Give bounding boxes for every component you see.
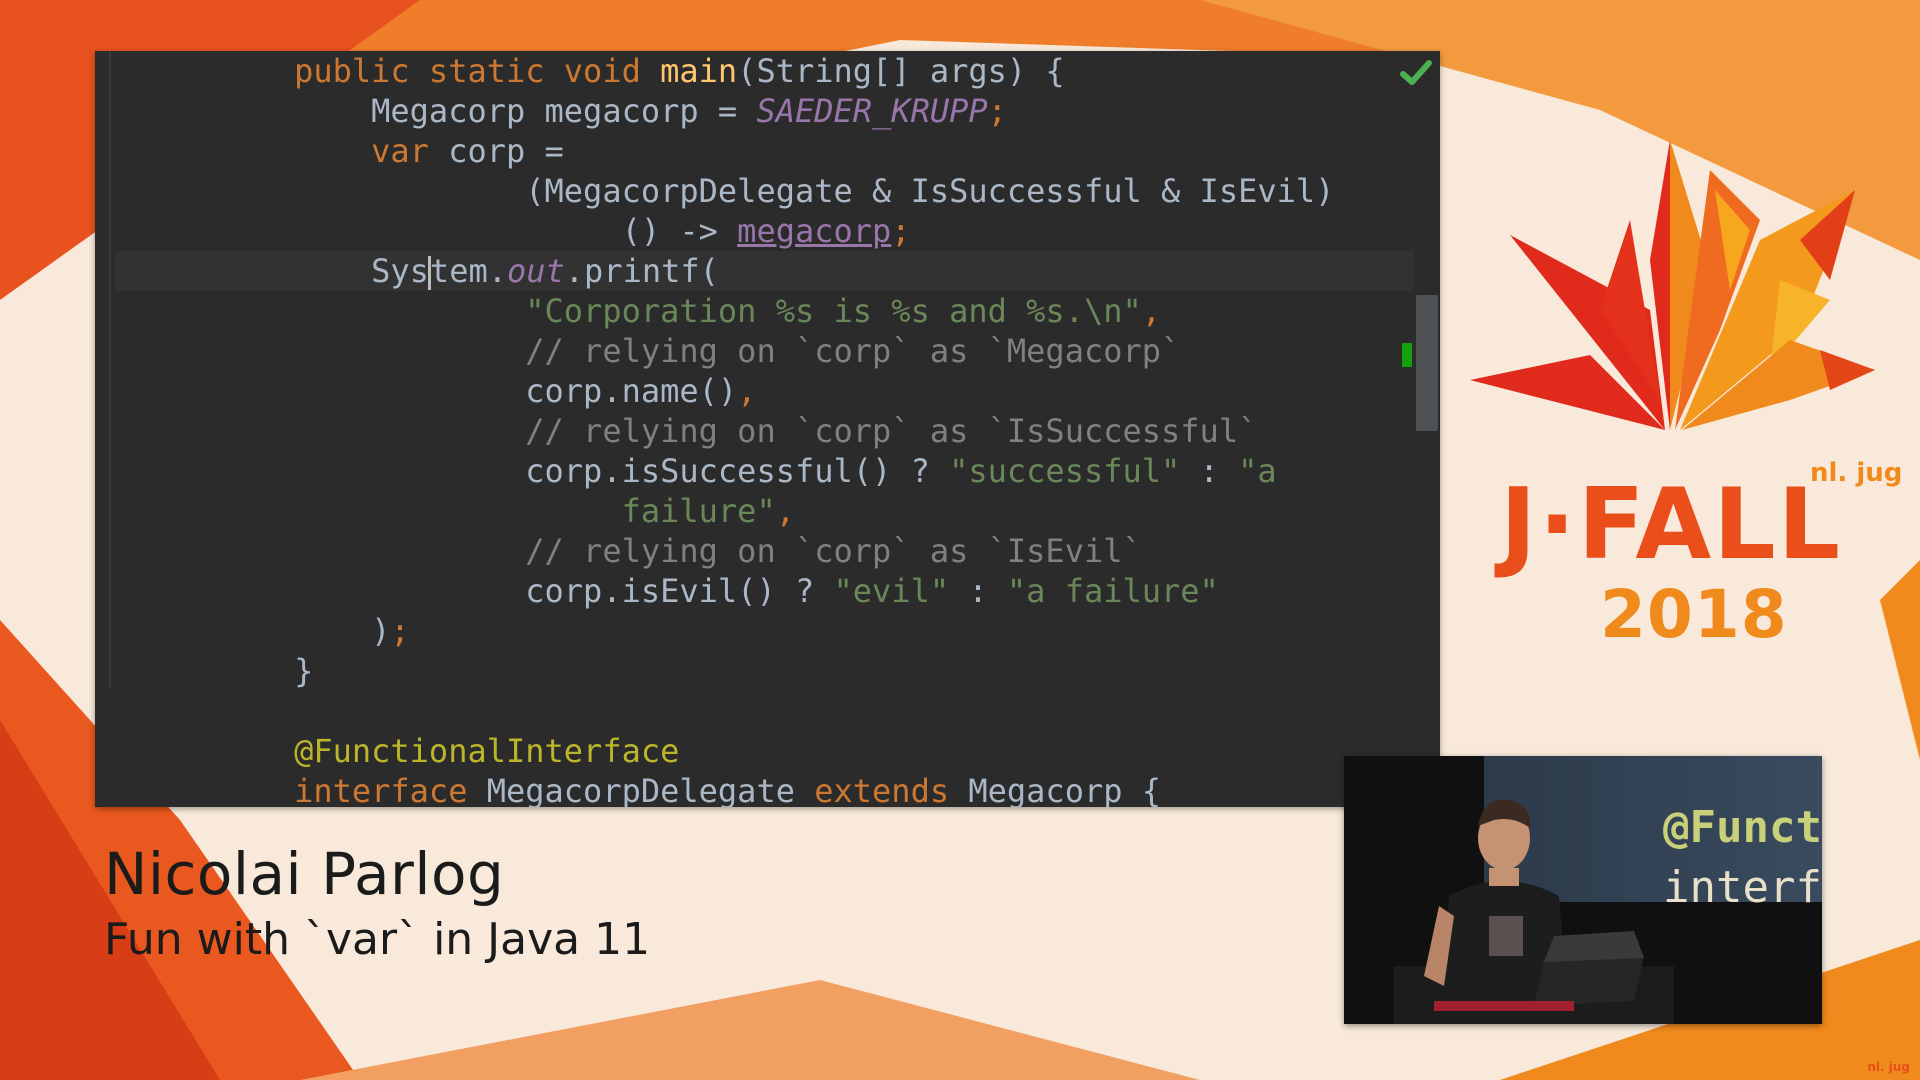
- code-token: (String[] args) {: [737, 52, 1065, 90]
- code-token: ;: [891, 212, 911, 250]
- code-line: // relying on `corp` as `IsEvil`: [217, 531, 1142, 571]
- projected-text-line1: @Funct: [1663, 802, 1822, 853]
- code-line: (MegacorpDelegate & IsSuccessful & IsEvi…: [217, 171, 1334, 211]
- code-line: corp.isSuccessful() ? "successful" : "a: [217, 451, 1277, 491]
- change-marker: [1402, 343, 1412, 367]
- code-token: corp =: [448, 132, 564, 170]
- code-token: corp.name(): [217, 372, 738, 410]
- code-token: // relying on `corp` as `IsSuccessful`: [525, 412, 1258, 450]
- code-token: corp.isEvil() ?: [217, 572, 834, 610]
- code-token: "Corporation %s is %s and %s.\n": [525, 292, 1142, 330]
- code-line: // relying on `corp` as `Megacorp`: [217, 331, 1180, 371]
- code-token: ;: [390, 612, 410, 650]
- code-token: SAEDER_KRUPP: [756, 92, 988, 130]
- code-token: ): [217, 612, 391, 650]
- code-token: "a: [1238, 452, 1277, 490]
- code-token: var: [371, 132, 449, 170]
- code-line: "Corporation %s is %s and %s.\n",: [217, 291, 1161, 331]
- code-token: megacorp: [737, 212, 892, 250]
- check-icon: [1400, 60, 1432, 85]
- code-token: }: [217, 652, 314, 690]
- code-token: public static void: [294, 52, 661, 90]
- code-line: @FunctionalInterface: [217, 731, 679, 771]
- logo-suffix: nl. jug: [1810, 458, 1903, 488]
- code-token: "evil": [833, 572, 950, 610]
- editor-scrollbar[interactable]: [1414, 51, 1440, 807]
- code-token: main: [660, 52, 738, 90]
- code-token: ,: [737, 372, 757, 410]
- code-line: }: [217, 651, 313, 691]
- logo-wordmark: J·FALL: [1500, 468, 1843, 582]
- code-token: Sys: [217, 252, 429, 290]
- scrollbar-thumb[interactable]: [1416, 295, 1438, 431]
- code-token: // relying on `corp` as `Megacorp`: [525, 332, 1181, 370]
- code-token: MegacorpDelegate: [486, 772, 815, 807]
- code-line: public static void main(String[] args) {: [217, 51, 1065, 91]
- code-token: :: [1180, 452, 1239, 490]
- code-line: corp.name(),: [217, 371, 756, 411]
- code-token: ;: [987, 92, 1007, 130]
- code-line: );: [217, 611, 410, 651]
- speaker-figure: [1394, 799, 1674, 1024]
- code-line: interface MegacorpDelegate extends Megac…: [217, 771, 1161, 807]
- jfall-logo-icon: [1470, 140, 1875, 430]
- code-token: () ->: [217, 212, 738, 250]
- talk-title: Fun with `var` in Java 11: [104, 914, 651, 965]
- code-token: extends: [814, 772, 969, 807]
- code-token: ,: [1141, 292, 1162, 330]
- code-token: (MegacorpDelegate & IsSuccessful & IsEvi…: [217, 172, 1335, 210]
- code-token: out: [506, 252, 565, 290]
- code-token: // relying on `corp` as `IsEvil`: [525, 532, 1142, 570]
- code-line: // relying on `corp` as `IsSuccessful`: [217, 411, 1257, 451]
- code-token: .printf(: [564, 252, 719, 290]
- corner-logo: nl. jug: [1867, 1060, 1910, 1074]
- code-token: interface: [294, 772, 487, 807]
- code-token: @FunctionalInterface: [294, 732, 680, 770]
- code-token: failure": [621, 492, 776, 530]
- code-token: ,: [775, 492, 795, 530]
- code-editor[interactable]: public static void main(String[] args) {…: [95, 51, 1440, 807]
- projected-text-line2: interf: [1663, 862, 1822, 913]
- speaker-camera-feed: @Funct interf: [1344, 756, 1822, 1024]
- code-line: var corp =: [217, 131, 564, 171]
- code-token: tem.: [429, 252, 507, 290]
- code-token: Megacorp megacorp =: [217, 92, 757, 130]
- speaker-name: Nicolai Parlog: [104, 840, 505, 908]
- logo-year: 2018: [1600, 576, 1788, 653]
- code-token: "successful": [949, 452, 1181, 490]
- code-line: failure",: [217, 491, 795, 531]
- code-token: corp.isSuccessful() ?: [217, 452, 950, 490]
- code-token: "a failure": [1006, 572, 1219, 610]
- code-line: () -> megacorp;: [217, 211, 911, 251]
- editor-gutter: [109, 51, 111, 689]
- code-token: Megacorp {: [968, 772, 1162, 807]
- code-line: System.out.printf(: [217, 251, 719, 291]
- code-line: Megacorp megacorp = SAEDER_KRUPP;: [217, 91, 1007, 131]
- code-line: corp.isEvil() ? "evil" : "a failure": [217, 571, 1219, 611]
- code-token: :: [949, 572, 1007, 610]
